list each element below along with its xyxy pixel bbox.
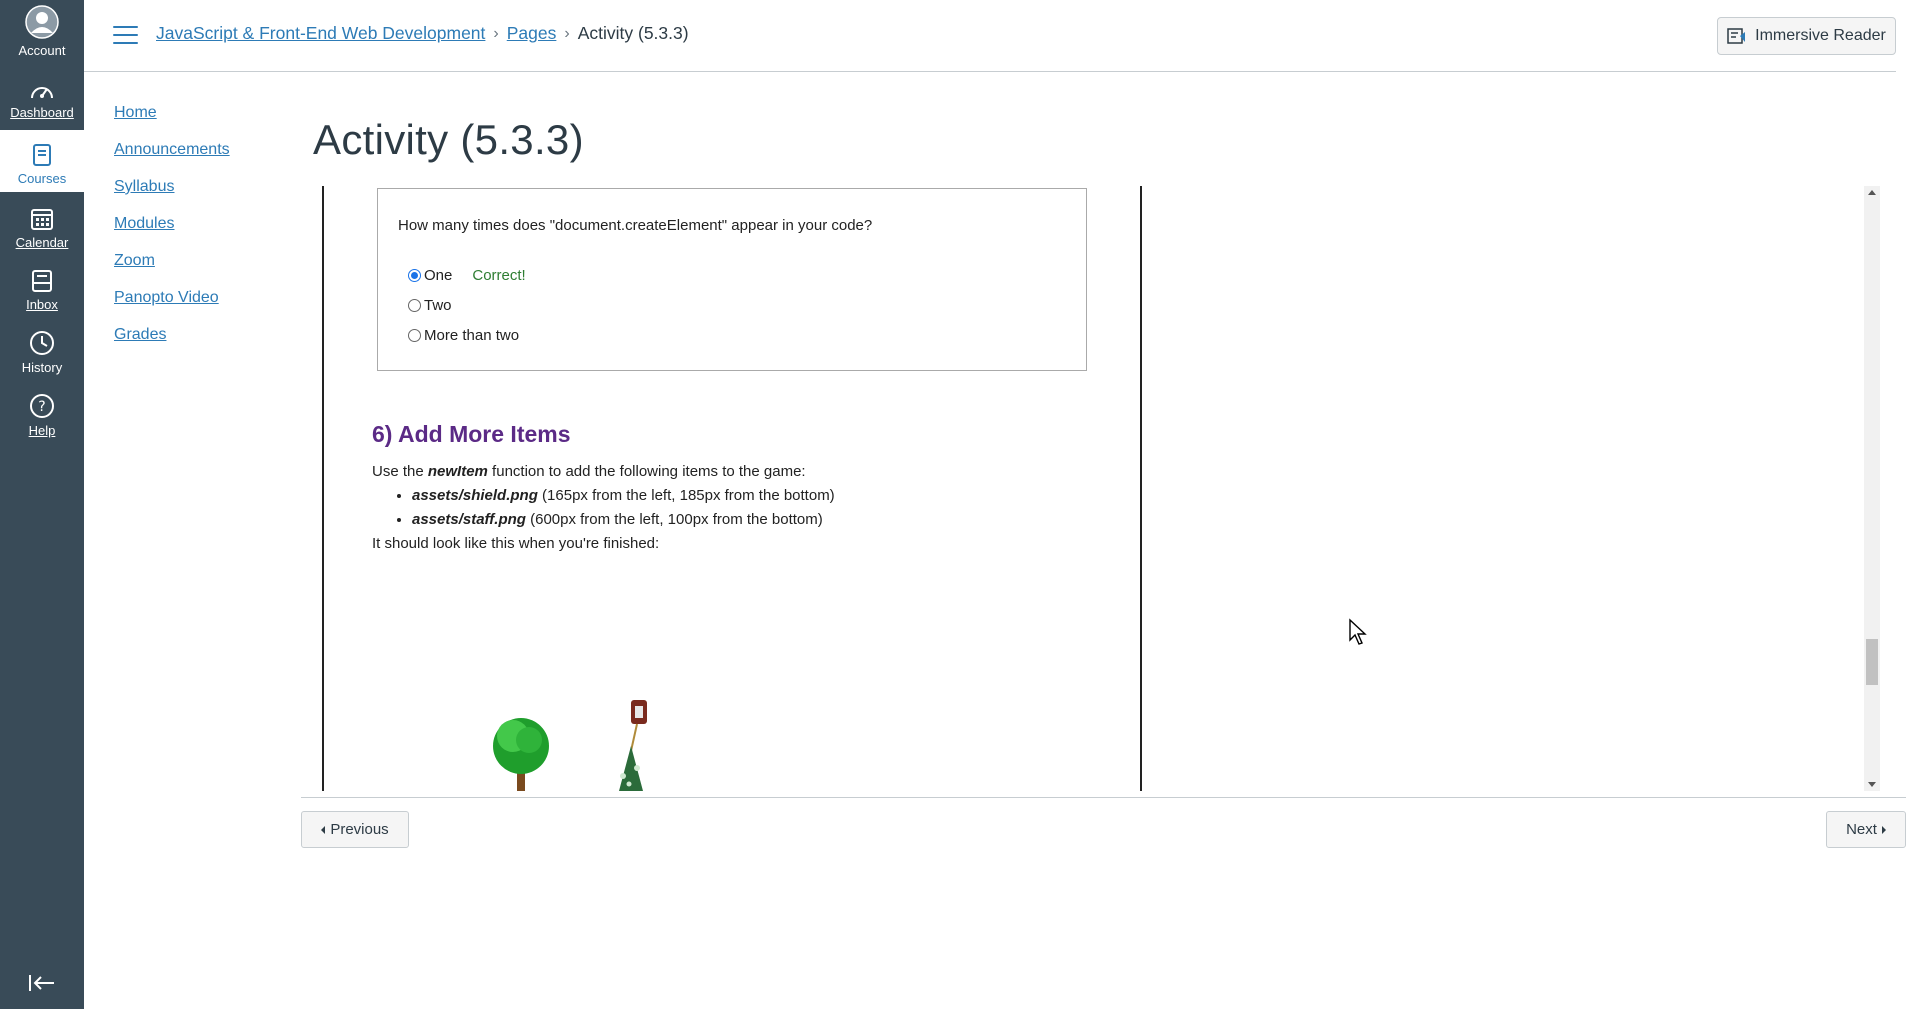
collapse-nav-icon[interactable] [26,971,58,995]
immersive-reader-icon [1727,28,1746,44]
quiz-option-more-than-two[interactable]: More than two [408,327,519,344]
item-detail: (600px from the left, 100px from the bot… [525,511,823,528]
scroll-thumb[interactable] [1866,639,1878,685]
game-preview-image [493,700,647,791]
quiz-option-label: More than two [424,327,520,344]
immersive-reader-label: Immersive Reader [1755,27,1886,44]
nav-inbox-label: Inbox [26,297,58,312]
breadcrumb-separator-icon: › [564,24,570,42]
course-nav-home[interactable]: Home [114,103,230,140]
item-detail: (165px from the left, 185px from the bot… [537,487,835,504]
radio-icon[interactable] [408,329,421,342]
nav-account-label: Account [18,43,66,58]
radio-icon[interactable] [408,299,421,312]
item-list: assets/shield.png (165px from the left, … [412,484,835,532]
nav-inbox[interactable]: Inbox [0,256,84,318]
breadcrumb-separator-icon: › [493,24,499,42]
page-title: Activity (5.3.3) [313,116,584,163]
page-header: JavaScript & Front-End Web Development ›… [84,0,1896,72]
nav-calendar[interactable]: Calendar [0,194,84,256]
intro-prefix: Use the [372,463,428,480]
content-frame[interactable]: How many times does "document.createElem… [301,186,1887,791]
staff-sprite-icon [630,700,647,752]
account-avatar-icon [25,5,59,39]
mouse-cursor-icon [1349,618,1367,645]
intro-suffix: function to add the following items to t… [487,463,806,480]
immersive-reader-button[interactable]: Immersive Reader [1717,17,1896,55]
course-nav-grades[interactable]: Grades [114,325,230,362]
nav-history[interactable]: History [0,319,84,381]
previous-button[interactable]: Previous [301,811,409,848]
calendar-icon [31,209,53,230]
frame-divider-left [322,186,324,791]
scroll-up-arrow-icon[interactable] [1868,190,1876,195]
nav-help[interactable]: ? Help [0,382,84,444]
scroll-down-arrow-icon[interactable] [1868,782,1876,787]
quiz-feedback: Correct! [472,267,526,284]
courses-book-icon [33,144,51,166]
course-nav-panopto-video[interactable]: Panopto Video [114,288,230,325]
quiz-option-one[interactable]: One Correct! [408,267,526,284]
help-question-icon: ? [30,394,54,418]
section-title: 6) Add More Items [372,421,571,447]
nav-courses[interactable]: Courses [0,130,84,192]
section-outro: It should look like this when you're fin… [372,535,660,552]
nav-calendar-label: Calendar [15,235,69,250]
breadcrumb-pages-link[interactable]: Pages [507,23,557,44]
next-label: Next [1846,821,1877,838]
nav-dashboard-label: Dashboard [10,105,74,120]
history-clock-icon [30,331,54,355]
section-intro: Use the newItem function to add the foll… [372,460,835,484]
course-nav-zoom[interactable]: Zoom [114,251,230,288]
footer-divider [301,797,1906,798]
course-nav-syllabus[interactable]: Syllabus [114,177,230,214]
nav-help-label: Help [28,423,56,438]
quiz-question: How many times does "document.createElem… [398,217,873,234]
next-arrow-icon [1881,825,1886,834]
global-nav: Account Dashboard Courses Calendar Inbox… [0,0,84,1009]
list-item: assets/staff.png (600px from the left, 1… [412,508,835,532]
previous-arrow-icon [321,825,326,834]
nav-history-label: History [21,360,63,375]
breadcrumb: JavaScript & Front-End Web Development ›… [156,23,689,44]
item-file: assets/shield.png [412,487,538,504]
next-button[interactable]: Next [1826,811,1906,848]
previous-label: Previous [330,821,389,838]
quiz-option-label: One [424,267,453,284]
item-file: assets/staff.png [412,511,526,528]
nav-dashboard[interactable]: Dashboard [0,64,84,126]
hamburger-menu-icon[interactable] [113,26,138,46]
shrub-sprite-icon [619,746,643,791]
dashboard-icon [31,87,53,99]
tree-sprite-icon [493,718,549,791]
course-nav-announcements[interactable]: Announcements [114,140,230,177]
frame-divider-right [1140,186,1142,791]
content-scrollbar[interactable] [1864,186,1880,791]
breadcrumb-current: Activity (5.3.3) [577,23,689,43]
svg-text:?: ? [38,399,45,415]
quiz-option-two[interactable]: Two [408,297,452,314]
quiz-option-label: Two [424,297,452,314]
course-nav: Home Announcements Syllabus Modules Zoom… [114,103,230,362]
quiz-box: How many times does "document.createElem… [377,188,1087,371]
nav-account[interactable]: Account [0,2,84,64]
radio-checked-icon[interactable] [408,269,421,282]
breadcrumb-course-link[interactable]: JavaScript & Front-End Web Development [156,23,485,44]
nav-courses-label: Courses [17,171,67,186]
intro-function-name: newItem [427,463,488,480]
course-nav-modules[interactable]: Modules [114,214,230,251]
list-item: assets/shield.png (165px from the left, … [412,484,835,508]
section-body: Use the newItem function to add the foll… [372,460,835,556]
inbox-icon [32,270,52,292]
